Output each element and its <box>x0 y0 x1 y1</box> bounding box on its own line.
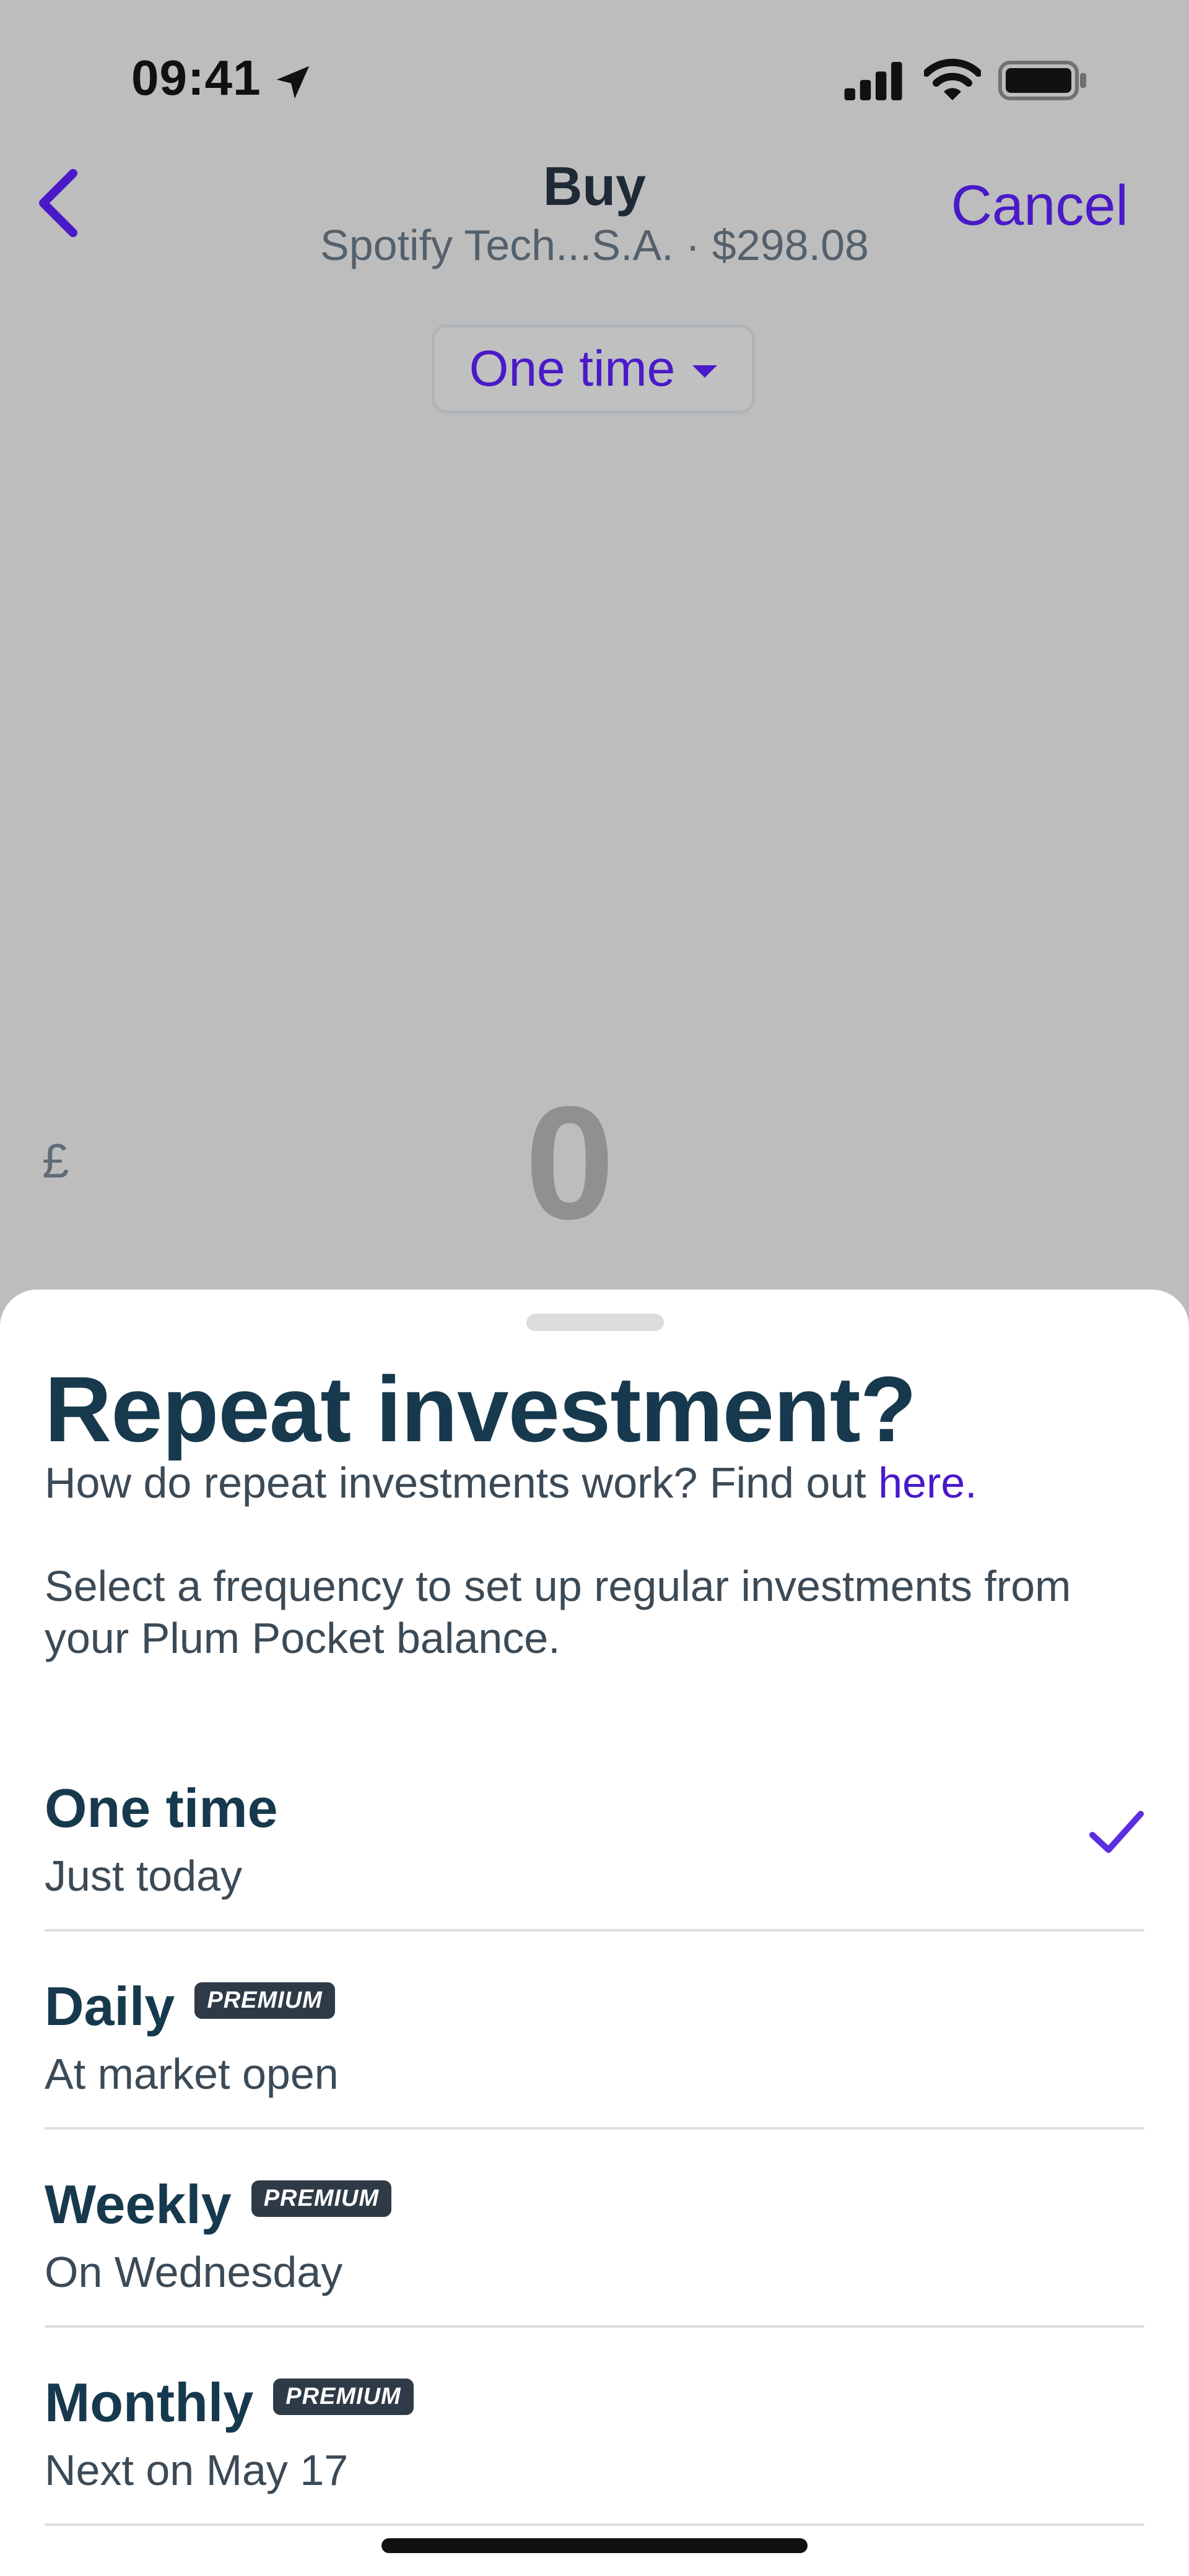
option-title-wrap: Daily PREMIUM <box>45 1975 335 2038</box>
location-arrow-icon <box>276 66 310 99</box>
help-text-label: How do repeat investments work? Find out <box>45 1459 879 1507</box>
option-title: Weekly <box>45 2174 232 2235</box>
help-text: How do repeat investments work? Find out… <box>45 1458 977 1507</box>
sheet-grabber[interactable] <box>526 1314 664 1331</box>
option-subtitle: Next on May 17 <box>45 2446 349 2494</box>
cellular-signal-icon <box>844 62 902 100</box>
checkmark-icon <box>1089 1811 1144 1853</box>
option-title: Daily <box>45 1975 175 2037</box>
currency-symbol: £ <box>42 1134 69 1188</box>
option-daily[interactable]: Daily PREMIUM At market open <box>45 1932 1144 2130</box>
option-subtitle: On Wednesday <box>45 2248 343 2296</box>
option-subtitle: At market open <box>45 2050 339 2098</box>
premium-badge: PREMIUM <box>273 2378 414 2415</box>
caret-down-icon <box>692 365 718 378</box>
home-indicator <box>381 2538 808 2553</box>
option-one-time[interactable]: One time Just today <box>45 1733 1144 1932</box>
option-title-wrap: Weekly PREMIUM <box>45 2173 392 2236</box>
status-time: 09:41 <box>131 50 261 105</box>
option-title-wrap: One time <box>45 1777 278 1840</box>
help-link[interactable]: here. <box>878 1459 977 1507</box>
amount-value: 0 <box>525 1073 615 1253</box>
frequency-dropdown-label: One time <box>469 340 676 397</box>
frequency-dropdown[interactable]: One time <box>432 324 755 414</box>
option-title: One time <box>45 1777 278 1839</box>
option-weekly[interactable]: Weekly PREMIUM On Wednesday <box>45 2130 1144 2328</box>
battery-icon <box>998 61 1086 100</box>
option-title: Monthly <box>45 2372 254 2433</box>
sheet-description: Select a frequency to set up regular inv… <box>45 1562 1071 1662</box>
premium-badge: PREMIUM <box>251 2180 392 2217</box>
option-subtitle: Just today <box>45 1852 243 1900</box>
sheet-title: Repeat investment? <box>45 1357 917 1461</box>
option-monthly[interactable]: Monthly PREMIUM Next on May 17 <box>45 2328 1144 2526</box>
cancel-button[interactable]: Cancel <box>951 173 1128 238</box>
wifi-icon <box>924 58 981 100</box>
premium-badge: PREMIUM <box>194 1982 335 2019</box>
option-title-wrap: Monthly PREMIUM <box>45 2371 414 2434</box>
